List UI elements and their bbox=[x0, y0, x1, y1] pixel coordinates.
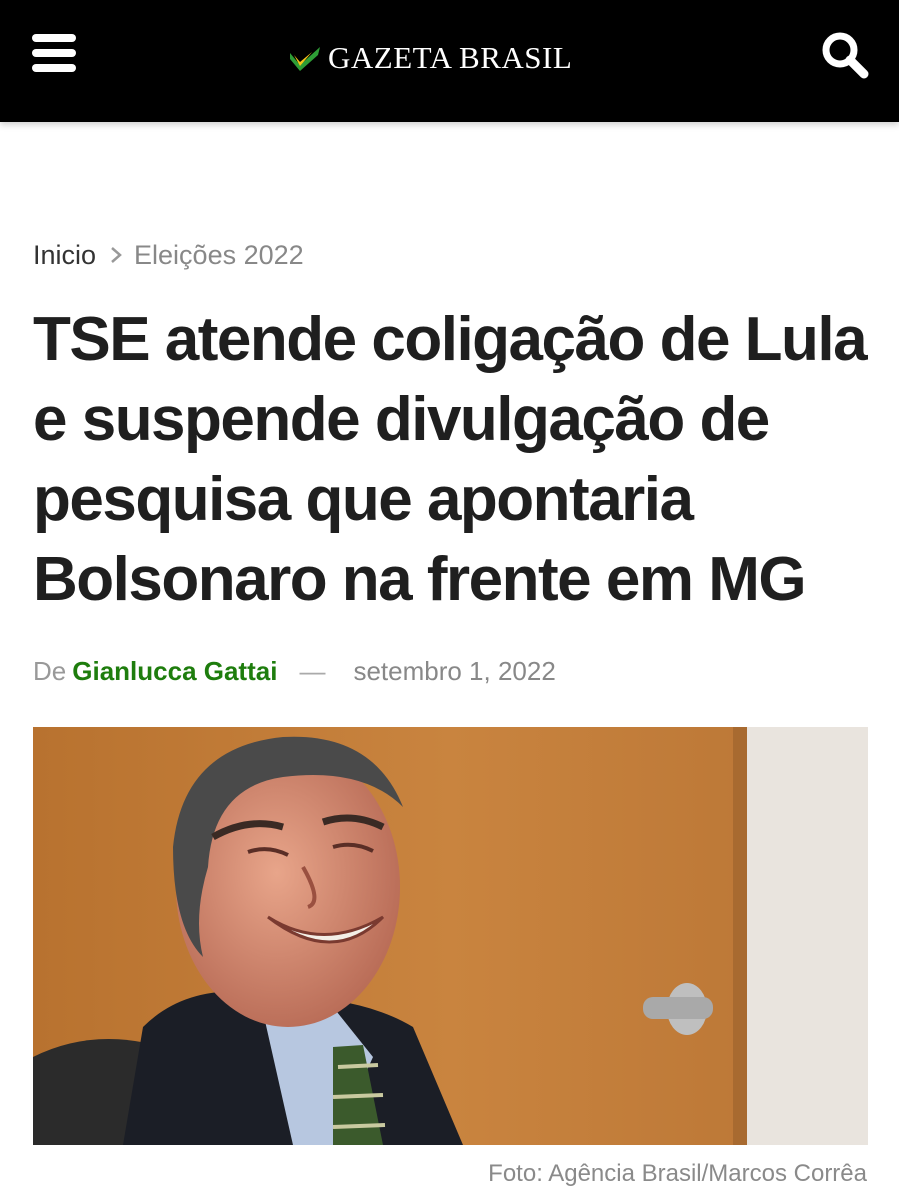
article-title: TSE atende coligação de Lula e suspende … bbox=[33, 305, 868, 614]
article-featured-image[interactable] bbox=[33, 727, 868, 1145]
logo-check-icon bbox=[290, 47, 320, 71]
byline-separator: — bbox=[299, 655, 326, 686]
site-logo[interactable]: GAZETA BRASIL bbox=[288, 36, 572, 80]
article-byline: De Gianlucca Gattai — setembro 1, 2022 bbox=[33, 654, 556, 688]
site-name: GAZETA BRASIL bbox=[328, 40, 573, 75]
breadcrumb-category-link[interactable]: Eleições 2022 bbox=[134, 240, 304, 271]
search-icon[interactable] bbox=[818, 28, 872, 82]
publish-date: setembro 1, 2022 bbox=[353, 655, 556, 686]
byline-prefix: De bbox=[33, 655, 67, 686]
breadcrumb-home-link[interactable]: Inicio bbox=[33, 240, 96, 271]
photo-credit: Foto: Agência Brasil/Marcos Corrêa bbox=[488, 1160, 867, 1187]
breadcrumb: Inicio Eleições 2022 bbox=[33, 237, 304, 273]
author-link[interactable]: Gianlucca Gattai bbox=[72, 656, 277, 687]
site-header: GAZETA BRASIL bbox=[0, 0, 899, 122]
menu-icon[interactable] bbox=[30, 34, 78, 74]
chevron-right-icon bbox=[111, 247, 122, 263]
